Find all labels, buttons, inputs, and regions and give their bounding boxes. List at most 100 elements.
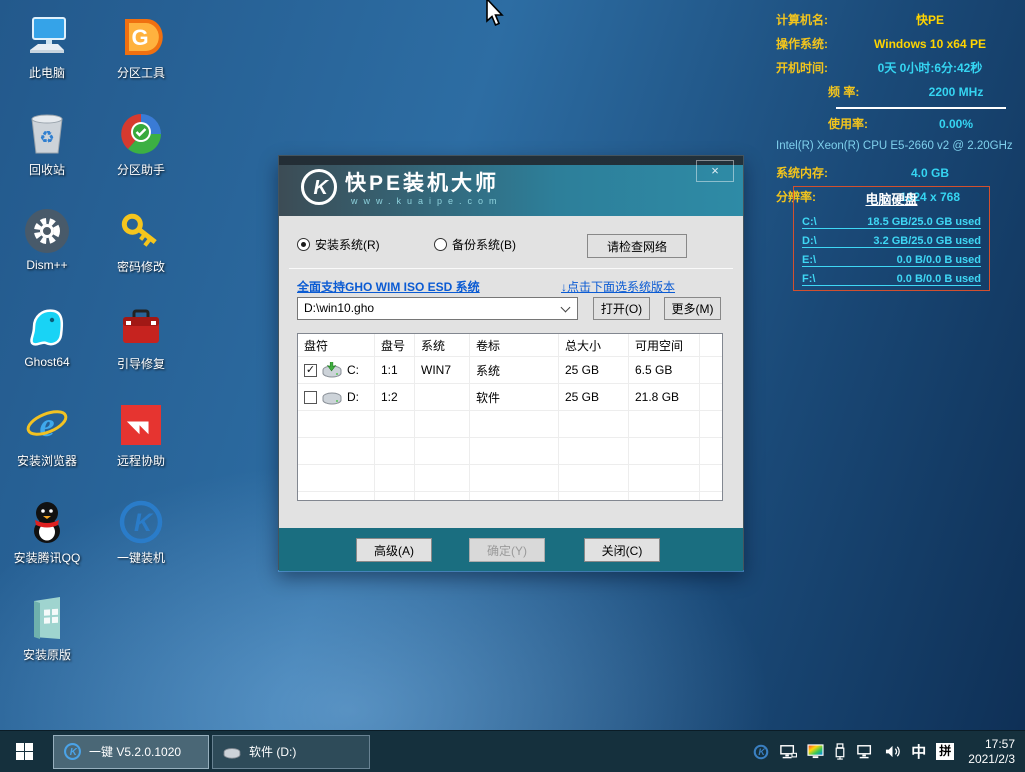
desktop-icon-label: 远程协助: [117, 452, 165, 469]
ghost-icon: [23, 304, 71, 352]
check-network-button[interactable]: 请检查网络: [587, 234, 687, 258]
advanced-button[interactable]: 高级(A): [356, 538, 432, 562]
kuaipe-logo-icon: K: [63, 742, 82, 761]
volume-icon[interactable]: [884, 744, 901, 759]
display-color-icon[interactable]: [807, 744, 824, 759]
usage-label: 使用率:: [828, 115, 904, 132]
col-header[interactable]: 盘号: [375, 334, 415, 357]
network-icon[interactable]: [856, 744, 874, 760]
radio-backup-system[interactable]: 备份系统(B): [434, 236, 516, 253]
mouse-cursor: [482, 0, 504, 27]
memory-label: 系统内存:: [776, 164, 852, 181]
table-header-row: 盘符 盘号 系统 卷标 总大小 可用空间: [298, 334, 722, 357]
desktop-icon-password-modify[interactable]: 密码修改: [95, 198, 187, 295]
install-dialog: K 快PE装机大师 www.kuaipe.com × 安装系统(R) 备份系统(…: [278, 155, 744, 570]
gear-icon: [23, 207, 71, 255]
computer-name-value: 快PE: [852, 11, 1008, 28]
ime-indicator[interactable]: 中: [911, 741, 926, 762]
system-tray: K 中 拼 17:57 2021/2/3: [753, 737, 1025, 767]
computer-name-label: 计算机名:: [776, 11, 852, 28]
more-button[interactable]: 更多(M): [664, 297, 721, 320]
computer-icon: [23, 13, 71, 61]
open-button[interactable]: 打开(O): [593, 297, 650, 320]
col-header-spacer: [700, 334, 722, 357]
empty-row: [298, 465, 722, 492]
divider: [289, 268, 733, 269]
desktop-icon-install-browser[interactable]: e 安装浏览器: [1, 392, 93, 489]
partition-assistant-icon: [117, 110, 165, 158]
radio-dot-selected: [297, 238, 310, 251]
svg-text:♻: ♻: [39, 128, 54, 148]
clock[interactable]: 17:57 2021/2/3: [968, 737, 1015, 767]
image-path-combobox[interactable]: D:\win10.gho: [297, 297, 578, 320]
checkbox-checked[interactable]: ✓: [304, 364, 317, 377]
table-row-c[interactable]: ✓ C: 1:1 WIN7 系统 25 GB 6.5 GB: [298, 357, 722, 384]
checkbox-unchecked[interactable]: [304, 391, 317, 404]
disk-number: 1:2: [375, 384, 415, 411]
desktop-icon-ghost64[interactable]: Ghost64: [1, 295, 93, 392]
svg-text:K: K: [70, 747, 78, 758]
os-value: Windows 10 x64 PE: [852, 37, 1008, 51]
system-info-panel: 计算机名:快PE 操作系统:Windows 10 x64 PE 开机时间:0天 …: [776, 11, 1008, 212]
drive-letter: D:: [347, 390, 359, 404]
divider: [836, 107, 1006, 109]
desktop-icon-dism[interactable]: Dism++: [1, 198, 93, 295]
svg-text:G: G: [131, 25, 148, 50]
desktop-icon-label: 引导修复: [117, 355, 165, 372]
desktop-icon-label: 分区工具: [117, 64, 165, 81]
desktop-icon-label: 密码修改: [117, 258, 165, 275]
start-button[interactable]: [0, 731, 48, 772]
ok-button[interactable]: 确定(Y): [469, 538, 545, 562]
table-row-d[interactable]: D: 1:2 软件 25 GB 21.8 GB: [298, 384, 722, 411]
free-space-cell: 21.8 GB: [629, 384, 700, 411]
close-dialog-button[interactable]: 关闭(C): [584, 538, 660, 562]
windows-logo-icon: [16, 743, 33, 760]
frequency-label: 频 率:: [828, 83, 904, 100]
ie-icon: e: [23, 401, 71, 449]
dialog-website: www.kuaipe.com: [351, 196, 503, 206]
desktop-icon-partition-tool[interactable]: G 分区工具: [95, 4, 187, 101]
desktop-icon-recycle-bin[interactable]: ♻ 回收站: [1, 101, 93, 198]
system-cell: [415, 384, 470, 411]
col-header[interactable]: 盘符: [298, 334, 375, 357]
taskbar-item-label: 一键 V5.2.0.1020: [89, 743, 181, 760]
ime-pinyin-indicator[interactable]: 拼: [936, 743, 954, 760]
desktop-icon-partition-assistant[interactable]: 分区助手: [95, 101, 187, 198]
desktop-icon-boot-repair[interactable]: 引导修复: [95, 295, 187, 392]
disk-number: 1:1: [375, 357, 415, 384]
kuaipe-tray-icon[interactable]: K: [753, 744, 769, 760]
network-icon[interactable]: [779, 744, 797, 760]
desktop-icon-install-qq[interactable]: 安装腾讯QQ: [1, 489, 93, 586]
disk-row-f: F:\0.0 B/0.0 B used: [802, 267, 981, 286]
dialog-footer: 高级(A) 确定(Y) 关闭(C): [279, 528, 743, 571]
memory-value: 4.0 GB: [852, 166, 1008, 180]
desktop-icon-install-original[interactable]: 安装原版: [1, 586, 93, 683]
gho-support-link[interactable]: 全面支持GHO WIM ISO ESD 系统: [297, 278, 480, 295]
disk-row-e: E:\0.0 B/0.0 B used: [802, 248, 981, 267]
select-version-link[interactable]: ↓点击下面选系统版本: [561, 278, 675, 295]
col-header[interactable]: 卷标: [470, 334, 559, 357]
taskbar-item-label: 软件 (D:): [249, 743, 296, 760]
taskbar: K 一键 V5.2.0.1020 软件 (D:) K 中 拼 17:57 202…: [0, 730, 1025, 772]
drive-usage: 0.0 B/0.0 B used: [897, 254, 981, 266]
kuaipe-logo-icon: K: [299, 167, 339, 212]
desktop-icon-remote-assist[interactable]: 远程协助: [95, 392, 187, 489]
radio-label: 安装系统(R): [315, 236, 380, 253]
total-size-cell: 25 GB: [559, 357, 629, 384]
disk-row-d: D:\3.2 GB/25.0 GB used: [802, 229, 981, 248]
desktop-icon-grid: 此电脑 G 分区工具 ♻ 回收站 分区助手 Dism++: [0, 4, 188, 683]
diskgenius-icon: G: [117, 13, 165, 61]
col-header[interactable]: 可用空间: [629, 334, 700, 357]
usb-icon[interactable]: [834, 743, 846, 760]
svg-text:K: K: [314, 177, 330, 199]
radio-install-system[interactable]: 安装系统(R): [297, 236, 380, 253]
col-header[interactable]: 系统: [415, 334, 470, 357]
close-icon[interactable]: ×: [696, 160, 734, 182]
taskbar-item-kuaipe[interactable]: K 一键 V5.2.0.1020: [53, 735, 209, 769]
taskbar-item-software-d[interactable]: 软件 (D:): [212, 735, 370, 769]
desktop-icon-this-pc[interactable]: 此电脑: [1, 4, 93, 101]
col-header[interactable]: 总大小: [559, 334, 629, 357]
drive-install-target-icon: [321, 362, 343, 378]
drive-usage: 0.0 B/0.0 B used: [897, 273, 981, 285]
desktop-icon-one-click-install[interactable]: K 一键装机: [95, 489, 187, 586]
